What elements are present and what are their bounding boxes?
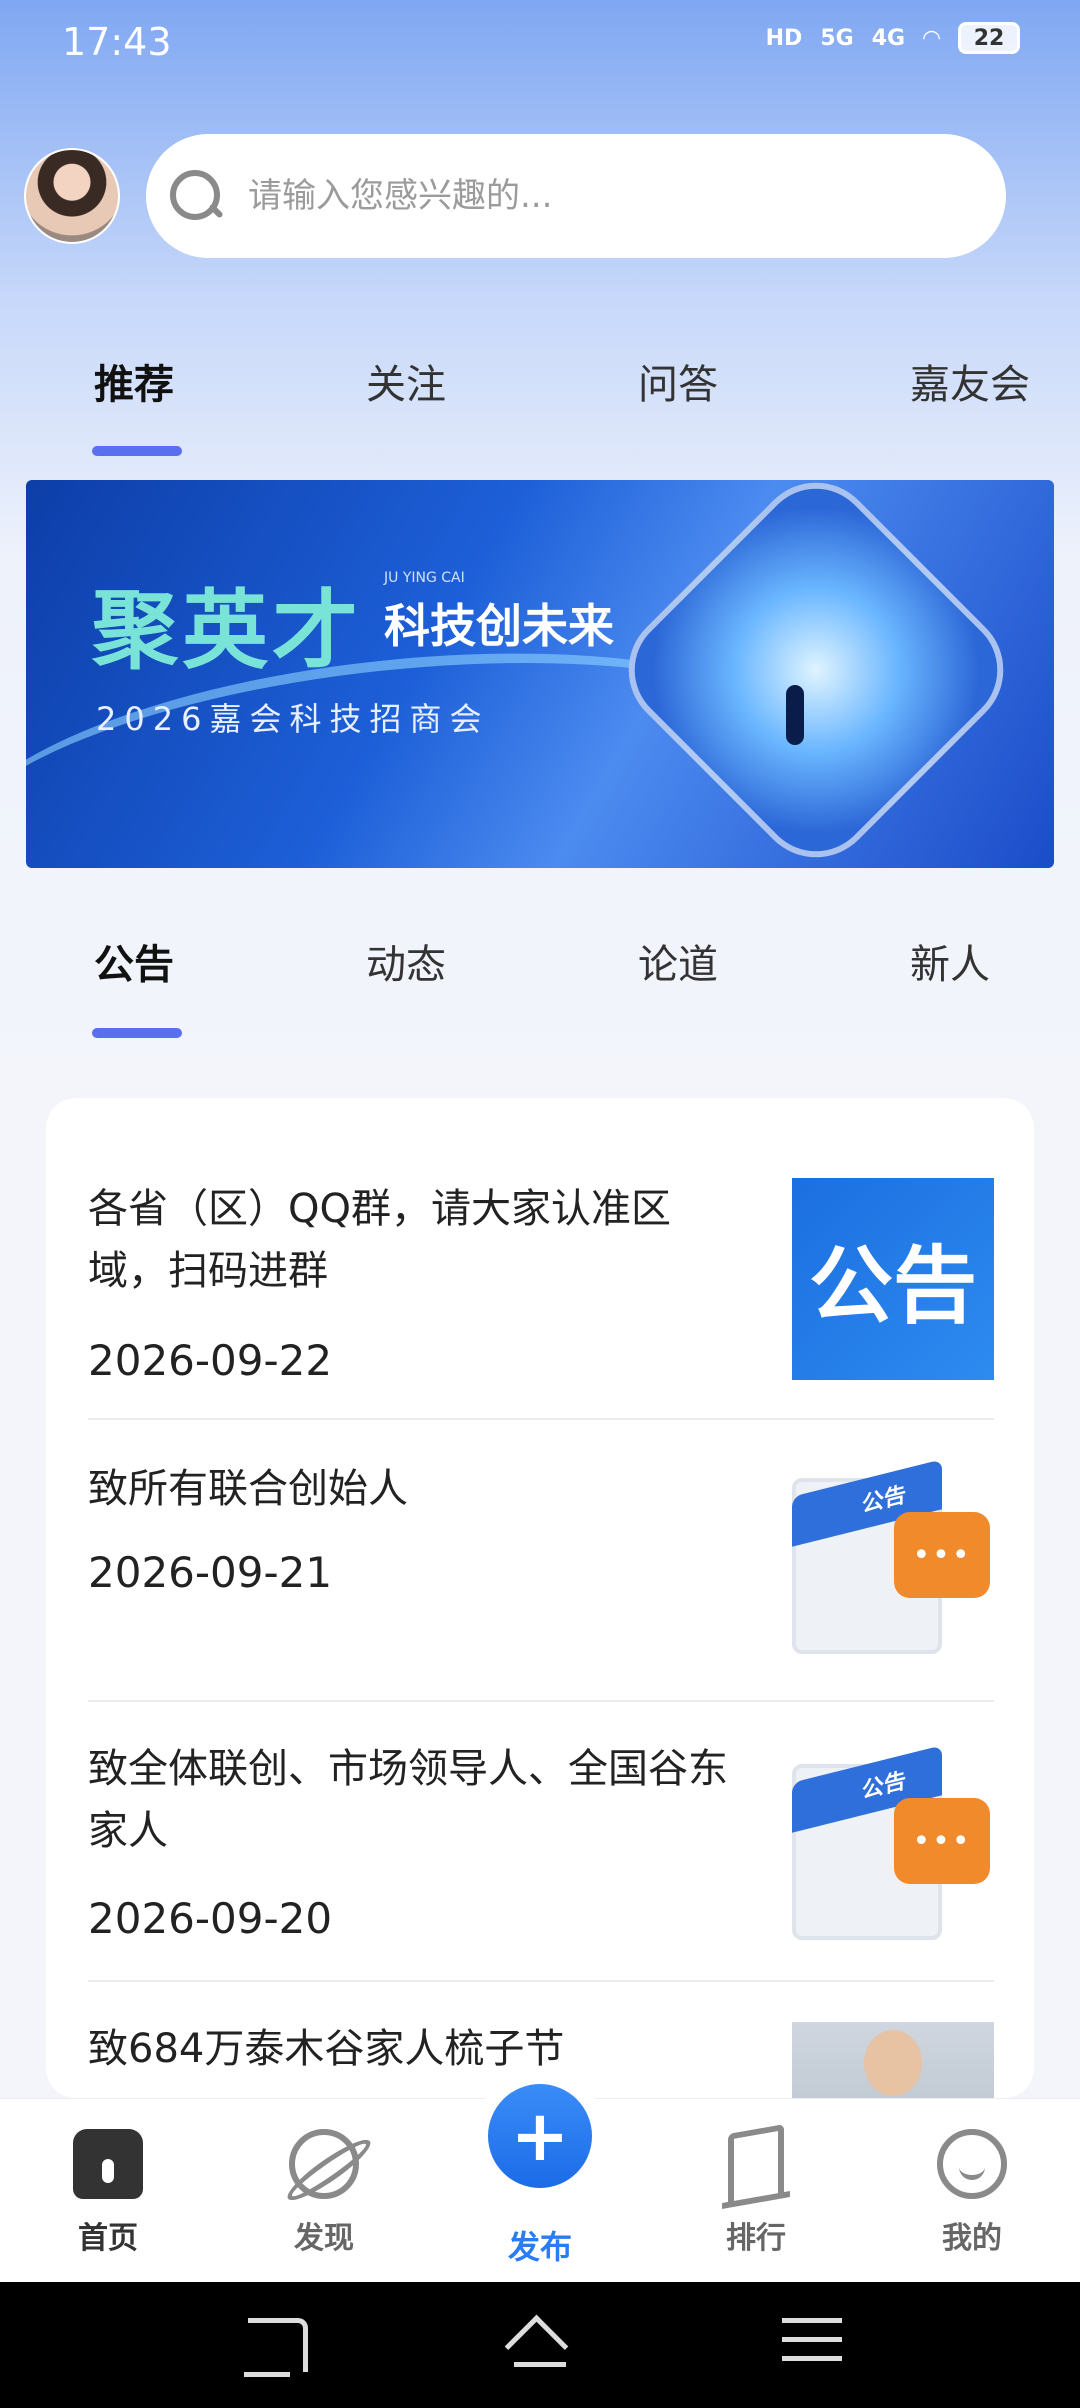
publish-label[interactable]: 发布	[490, 2222, 590, 2268]
article-thumbnail: 公告	[792, 1178, 994, 1380]
banner-subtitle: 科技创未来	[384, 599, 614, 653]
tab-qa[interactable]: 问答	[638, 352, 718, 410]
signal-4g-icon: 4G	[871, 25, 906, 51]
tab-newcomer[interactable]: 新人	[910, 932, 990, 990]
search-icon	[166, 166, 226, 226]
list-item[interactable]: 各省（区）QQ群，请大家认准区域，扫码进群 2026-09-22 公告	[88, 1178, 994, 1398]
battery-icon: 22	[958, 22, 1020, 54]
tab-recommend[interactable]: 推荐	[94, 352, 174, 410]
article-title: 致所有联合创始人	[88, 1466, 408, 1512]
article-date: 2026-09-20	[88, 1894, 333, 1943]
person-head	[864, 2030, 922, 2096]
banner-title: 聚英才	[92, 581, 362, 681]
nav-me[interactable]: 我的	[902, 2129, 1042, 2257]
banner-runner	[786, 685, 804, 745]
status-bar: 17:43 HD 5G 4G ◠ 22	[0, 0, 1080, 84]
tab-notice[interactable]: 公告	[94, 932, 174, 990]
tab-news[interactable]: 动态	[366, 932, 446, 990]
wifi-icon: ◠	[923, 25, 940, 51]
search-input[interactable]	[248, 176, 928, 216]
tab-indicator	[92, 446, 182, 456]
publish-button[interactable]: +	[488, 2084, 592, 2188]
thumbnail-label: 公告	[808, 1235, 977, 1335]
status-icons: HD 5G 4G ◠ 22	[766, 22, 1020, 54]
article-thumbnail: 公告 •••	[792, 1452, 994, 1654]
smile-icon	[937, 2129, 1007, 2199]
list-item[interactable]: 致所有联合创始人 2026-09-21 公告 •••	[88, 1452, 994, 1678]
banner-line: 2026嘉会科技招商会	[96, 700, 490, 738]
promo-banner[interactable]: 聚英才 JU YING CAI 科技创未来 2026嘉会科技招商会	[26, 480, 1054, 868]
nav-discover[interactable]: 发现	[254, 2129, 394, 2257]
nav-label: 排行	[726, 2221, 786, 2256]
article-title: 致全体联创、市场领导人、全国谷东家人	[88, 1746, 728, 1854]
chat-bubble-icon: •••	[894, 1512, 990, 1598]
section-tabs: 公告 动态 论道 新人	[0, 920, 1080, 1040]
planet-icon	[289, 2129, 359, 2199]
article-title: 各省（区）QQ群，请大家认准区域，扫码进群	[88, 1186, 671, 1294]
thumbnail-label: 公告	[862, 1482, 907, 1519]
hd-icon: HD	[765, 25, 803, 51]
rank-icon	[728, 2124, 784, 2204]
article-thumbnail	[792, 2022, 994, 2098]
divider	[88, 1418, 994, 1420]
tab-friends-club[interactable]: 嘉友会	[910, 352, 1030, 410]
chat-bubble-icon: •••	[894, 1798, 990, 1884]
home-system-icon[interactable]	[510, 2318, 570, 2372]
system-nav-bar	[0, 2282, 1080, 2408]
nav-home[interactable]: 首页	[38, 2129, 178, 2257]
avatar[interactable]	[24, 148, 120, 244]
search-bar[interactable]	[146, 134, 1006, 258]
status-time: 17:43	[62, 20, 172, 64]
menu-icon[interactable]	[782, 2318, 842, 2372]
article-list: 各省（区）QQ群，请大家认准区域，扫码进群 2026-09-22 公告 致所有联…	[46, 1098, 1034, 2098]
signal-5g-icon: 5G	[820, 25, 854, 51]
divider	[88, 1700, 994, 1702]
thumbnail-label: 公告	[862, 1768, 907, 1805]
banner-en: JU YING CAI	[384, 570, 465, 586]
nav-rank[interactable]: 排行	[686, 2124, 826, 2257]
section-tab-indicator	[92, 1028, 182, 1038]
article-date: 2026-09-22	[88, 1336, 333, 1385]
home-icon	[73, 2129, 143, 2199]
back-icon[interactable]	[244, 2318, 308, 2377]
top-tabs: 推荐 关注 问答 嘉友会	[0, 340, 1080, 460]
article-date: 2026-09-21	[88, 1548, 333, 1597]
article-thumbnail: 公告 •••	[792, 1738, 994, 1940]
nav-label: 首页	[78, 2221, 138, 2256]
list-item[interactable]: 致全体联创、市场领导人、全国谷东家人 2026-09-20 公告 •••	[88, 1738, 994, 1968]
nav-label: 我的	[942, 2221, 1002, 2256]
divider	[88, 1980, 994, 1982]
nav-label: 发现	[294, 2221, 354, 2256]
tab-discussion[interactable]: 论道	[638, 932, 718, 990]
tab-follow[interactable]: 关注	[366, 352, 446, 410]
article-title: 致684万泰木谷家人梳子节	[88, 2026, 565, 2072]
